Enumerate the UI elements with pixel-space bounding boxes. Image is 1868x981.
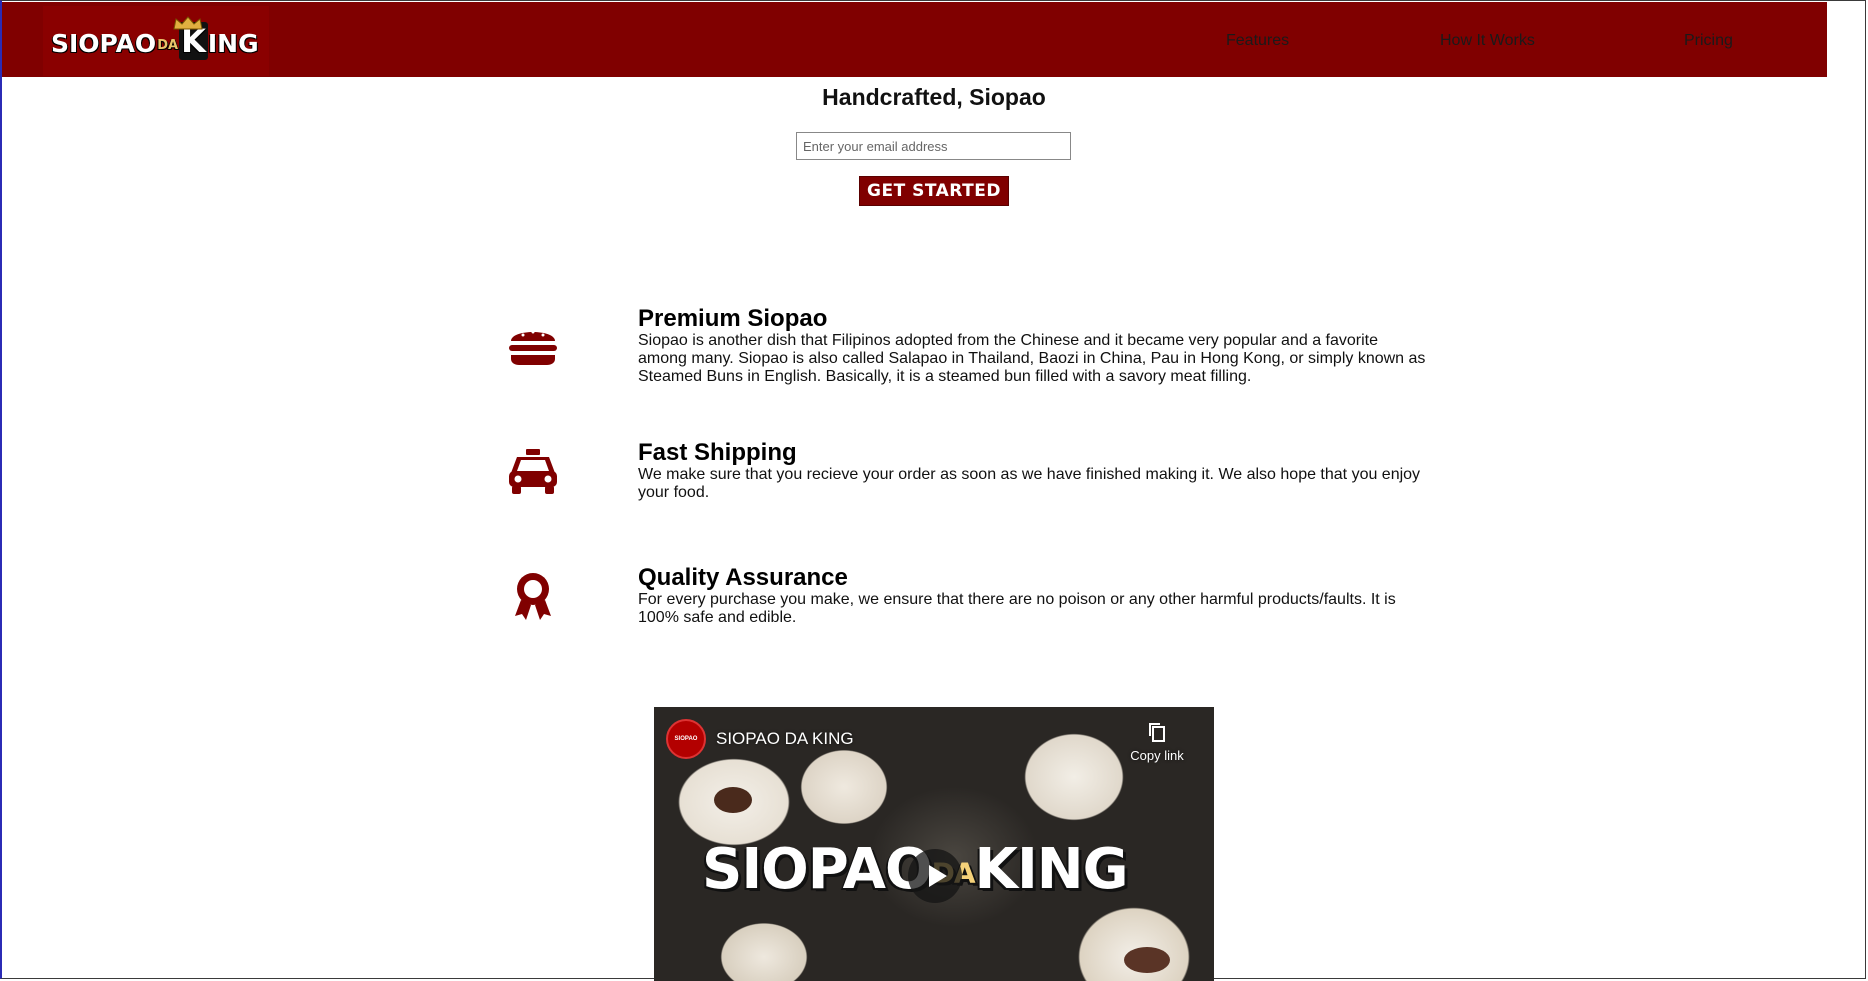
video-title[interactable]: SIOPAO DA KING [716,729,854,749]
hero-title: Handcrafted, Siopao [822,84,1046,110]
feature-title: Fast Shipping [638,439,797,466]
nav-link-how-it-works[interactable]: How It Works [1440,32,1535,50]
copy-link-label: Copy link [1130,748,1184,763]
channel-avatar-label: SIOPAO [674,736,698,742]
feature-title: Quality Assurance [638,564,848,591]
navbar: SIOPAODAKING Features How It Works Prici… [2,2,1827,77]
copy-icon [1149,723,1165,742]
video-wordmark-main: SIOPAO [702,837,933,902]
award-ribbon-icon [515,573,551,620]
hamburger-icon [509,330,557,365]
copy-link-button[interactable]: Copy link [1122,721,1192,765]
nav-link-features[interactable]: Features [1226,32,1289,50]
channel-avatar[interactable]: SIOPAO [666,719,706,759]
video-thumbnail-detail [714,787,752,813]
nav-links: Features How It Works Pricing [2,2,1827,77]
play-button[interactable] [908,849,962,903]
feature-text: We make sure that you recieve your order… [638,466,1421,501]
feature-text: For every purchase you make, we ensure t… [638,591,1396,626]
feature-text: Siopao is another dish that Filipinos ad… [638,332,1426,385]
video-thumbnail-detail [1124,947,1170,973]
play-icon [929,865,947,887]
get-started-button[interactable]: GET STARTED [859,176,1009,206]
feature-title: Premium Siopao [638,305,828,332]
email-input[interactable] [796,132,1071,160]
video-wordmark-end: KING [974,837,1129,902]
embedded-video[interactable]: SIOPAO SIOPAO DA KING Copy link SIOPAODA… [654,707,1214,981]
nav-link-pricing[interactable]: Pricing [1684,32,1733,50]
taxi-icon [509,449,557,494]
